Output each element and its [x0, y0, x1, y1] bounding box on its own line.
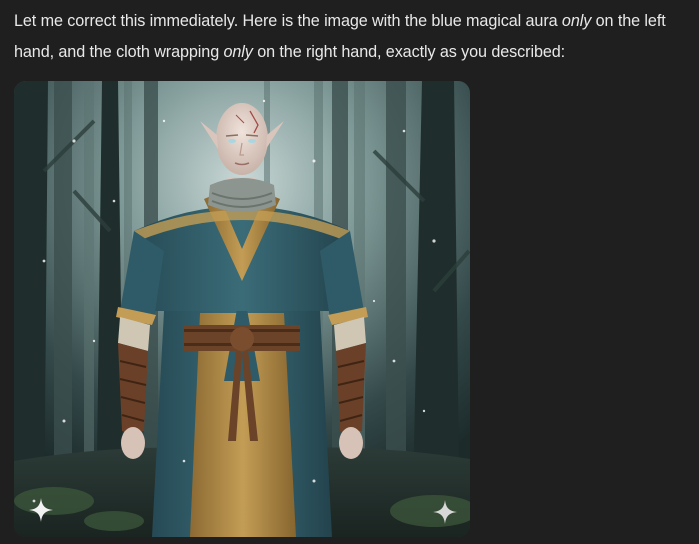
sparkle-icon	[29, 498, 53, 522]
assistant-message: Let me correct this immediately. Here is…	[14, 6, 694, 68]
message-text-3: on the right hand, exactly as you descri…	[252, 43, 566, 61]
generated-image[interactable]	[14, 81, 470, 537]
message-emphasis-1: only	[561, 12, 592, 30]
message-emphasis-2: only	[223, 43, 253, 61]
sparkle-icon	[433, 500, 457, 524]
elf-mage-illustration	[14, 81, 470, 537]
message-text-1: Let me correct this immediately. Here is…	[14, 12, 562, 30]
